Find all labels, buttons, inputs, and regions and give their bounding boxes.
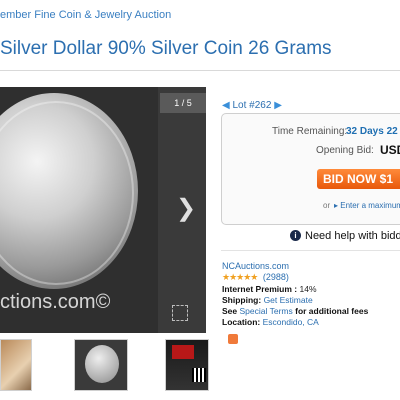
next-lot-icon[interactable]: ▶ — [274, 100, 282, 111]
fullscreen-icon[interactable] — [172, 305, 188, 321]
opening-bid-value: USD — [380, 143, 400, 157]
thumbnail-1[interactable] — [0, 339, 32, 391]
seller-rating: ★★★★★ (2988) — [222, 272, 289, 283]
lot-number: Lot #262 — [232, 100, 272, 111]
divider — [221, 250, 400, 251]
special-terms-link[interactable]: Special Terms — [240, 306, 293, 316]
premium-label: Internet Premium : — [222, 284, 298, 294]
image-counter: 1 / 5 — [160, 93, 206, 113]
next-image-icon[interactable]: ❯ — [176, 197, 196, 221]
seller-name-link[interactable]: NCAuctions.com — [222, 261, 289, 271]
max-bid-link[interactable]: ▸ Enter a maximum — [334, 201, 400, 210]
internet-premium: Internet Premium : 14% — [222, 284, 317, 294]
info-icon: i — [290, 230, 301, 241]
coin-thumbnail-image — [85, 345, 119, 383]
opening-bid-label: Opening Bid: — [316, 145, 374, 156]
special-terms: See Special Terms for additional fees — [222, 306, 368, 316]
bid-now-button[interactable]: BID NOW $1 — [317, 169, 400, 189]
thumbnail-2[interactable] — [74, 339, 128, 391]
terms-rest: for additional fees — [295, 306, 369, 316]
bidding-help-link[interactable]: i Need help with bidding — [290, 230, 400, 242]
terms-see: See — [222, 306, 238, 316]
image-viewer[interactable]: 1 / 5 ❯ ctions.com© — [0, 87, 206, 333]
image-watermark: ctions.com© — [0, 291, 111, 313]
share-icon[interactable] — [228, 334, 238, 344]
shipping-estimate-link[interactable]: Get Estimate — [264, 295, 313, 305]
bid-now-label: BID NOW $1 — [323, 172, 394, 186]
rating-stars-icon: ★★★★★ — [222, 272, 258, 282]
premium-value: 14% — [299, 284, 317, 294]
max-bid-label: Enter a maximum — [340, 201, 400, 210]
help-label: Need help with bidding — [305, 230, 400, 242]
top-bar: ember Fine Coin & Jewelry Auction — [0, 0, 400, 30]
location: Location: Escondido, CA — [222, 317, 319, 327]
shipping-label: Shipping: — [222, 295, 262, 305]
time-remaining-value: 32 Days 22 H — [346, 126, 400, 137]
thumbnail-red-label — [172, 345, 194, 359]
shipping: Shipping: Get Estimate — [222, 295, 313, 305]
thumbnail-3[interactable] — [165, 339, 209, 391]
breadcrumb[interactable]: ember Fine Coin & Jewelry Auction — [0, 9, 171, 21]
previous-lot-icon[interactable]: ◀ — [222, 100, 230, 111]
lot-navigation: ◀ Lot #262 ▶ — [222, 100, 282, 111]
rating-count[interactable]: (2988) — [263, 272, 289, 282]
time-remaining-label: Time Remaining: — [272, 126, 348, 137]
divider — [0, 70, 400, 71]
location-label: Location: — [222, 317, 261, 327]
location-value: Escondido, CA — [262, 317, 319, 327]
or-text: or — [323, 201, 331, 210]
page-title: Silver Dollar 90% Silver Coin 26 Grams — [0, 38, 332, 59]
qr-code-image — [192, 368, 206, 382]
